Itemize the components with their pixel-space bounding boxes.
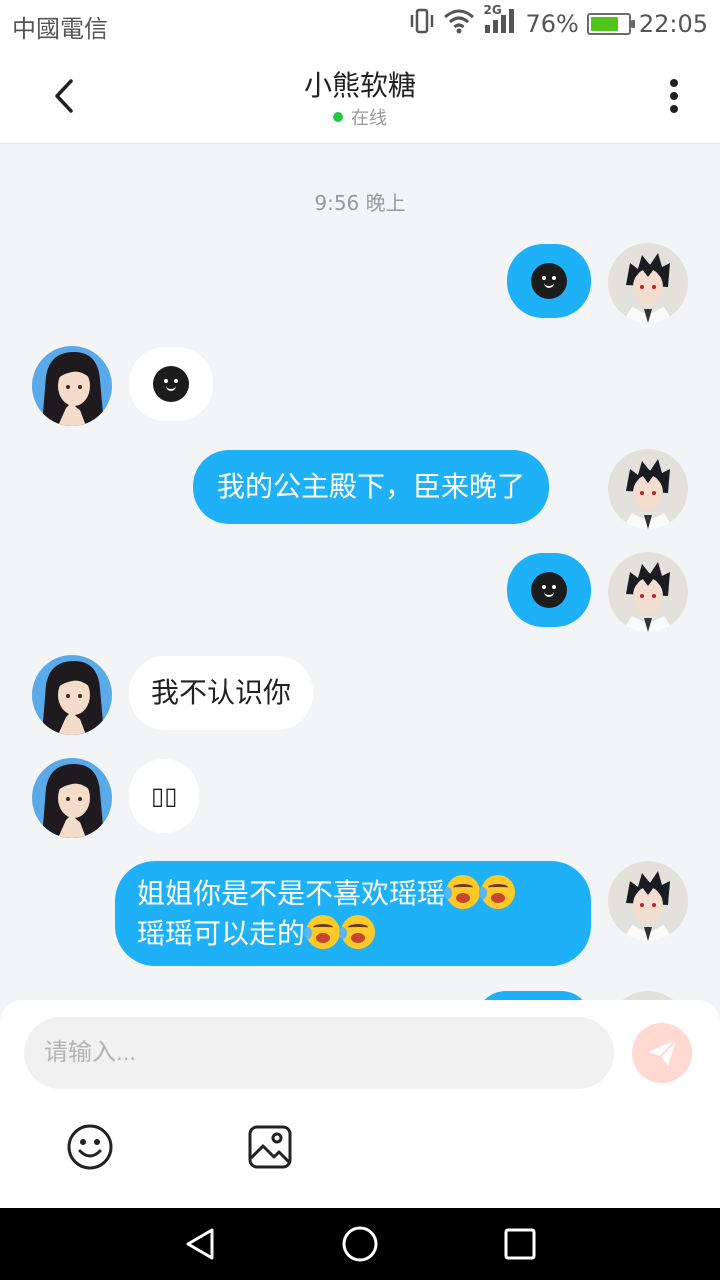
message-text: ▯▯ (151, 782, 178, 810)
message-line: 姐姐你是不是不喜欢瑶瑶 (137, 861, 569, 914)
status-bar: 中國電信 2G 76% 22:05 (0, 0, 720, 48)
message-text: 姐姐你是不是不喜欢瑶瑶 (137, 877, 446, 910)
outgoing-sticker-bubble[interactable] (507, 553, 591, 627)
vibrate-icon (409, 7, 435, 41)
nav-back-button[interactable] (180, 1224, 220, 1264)
outgoing-text-bubble[interactable]: 我的公主殿下，臣来晚了 (193, 450, 550, 524)
contact-avatar[interactable] (32, 346, 112, 426)
black-face-sticker (531, 263, 567, 299)
chat-scroll-area[interactable]: 9:56 晚上 我的公主殿下，臣来晚了 我不认识你 ▯▯ 姐姐你是不是不喜欢瑶瑶… (0, 145, 720, 1000)
crying-face-emoji (304, 915, 341, 949)
incoming-text-bubble[interactable]: ▯▯ (129, 759, 200, 833)
more-options-button[interactable] (658, 76, 690, 116)
battery-icon (586, 13, 635, 35)
contact-avatar[interactable] (32, 655, 112, 735)
my-avatar[interactable] (608, 552, 688, 632)
message-text: 我的公主殿下，臣来晚了 (217, 470, 526, 503)
crying-face-emoji (479, 875, 516, 909)
network-type-label: 2G (483, 3, 502, 17)
composer-panel (0, 1000, 720, 1208)
chat-header: 小熊软糖 在线 (0, 48, 720, 144)
home-circle-icon (342, 1226, 378, 1262)
crying-face-emoji (339, 915, 376, 949)
emoji-button[interactable] (65, 1122, 115, 1172)
outgoing-text-bubble[interactable] (476, 991, 591, 1000)
contact-name: 小熊软糖 (303, 69, 416, 102)
black-face-sticker (153, 366, 189, 402)
nav-home-button[interactable] (340, 1224, 380, 1264)
message-text: 瑶瑶可以走的 (137, 917, 306, 950)
incoming-text-bubble[interactable]: 我不认识你 (129, 656, 314, 730)
more-vertical-icon (670, 79, 678, 113)
image-button[interactable] (245, 1122, 295, 1172)
system-nav-bar (0, 1208, 720, 1280)
my-avatar[interactable] (608, 449, 688, 529)
paper-plane-icon (648, 1039, 677, 1066)
battery-fill (590, 17, 618, 31)
online-dot-icon (333, 112, 343, 122)
battery-percent: 76% (525, 10, 579, 38)
crying-face-emoji (444, 875, 481, 909)
smile-icon (67, 1124, 113, 1170)
my-avatar[interactable] (608, 861, 688, 941)
contact-avatar[interactable] (32, 758, 112, 838)
status-icons: 2G 76% 22:05 (409, 3, 708, 42)
carrier-label: 中國電信 (12, 15, 108, 43)
my-avatar[interactable] (608, 991, 688, 1000)
send-button[interactable] (632, 1023, 692, 1083)
message-timestamp: 9:56 晚上 (314, 191, 406, 215)
my-avatar[interactable] (608, 243, 688, 323)
nav-recents-button[interactable] (500, 1224, 540, 1264)
message-line: 瑶瑶可以走的 (137, 914, 569, 954)
black-face-sticker (531, 572, 567, 608)
incoming-sticker-bubble[interactable] (129, 347, 213, 421)
wifi-icon (443, 8, 475, 40)
outgoing-text-bubble[interactable]: 姐姐你是不是不喜欢瑶瑶 瑶瑶可以走的 (115, 861, 591, 966)
image-icon (248, 1125, 292, 1169)
message-input[interactable] (24, 1017, 614, 1089)
signal-icon: 2G (483, 3, 517, 41)
presence-status: 在线 (0, 104, 720, 130)
presence-label: 在线 (351, 108, 387, 129)
outgoing-sticker-bubble[interactable] (507, 244, 591, 318)
recents-square-icon (504, 1228, 536, 1260)
clock: 22:05 (638, 10, 708, 38)
back-triangle-icon (186, 1228, 214, 1260)
message-text: 我不认识你 (151, 676, 292, 709)
